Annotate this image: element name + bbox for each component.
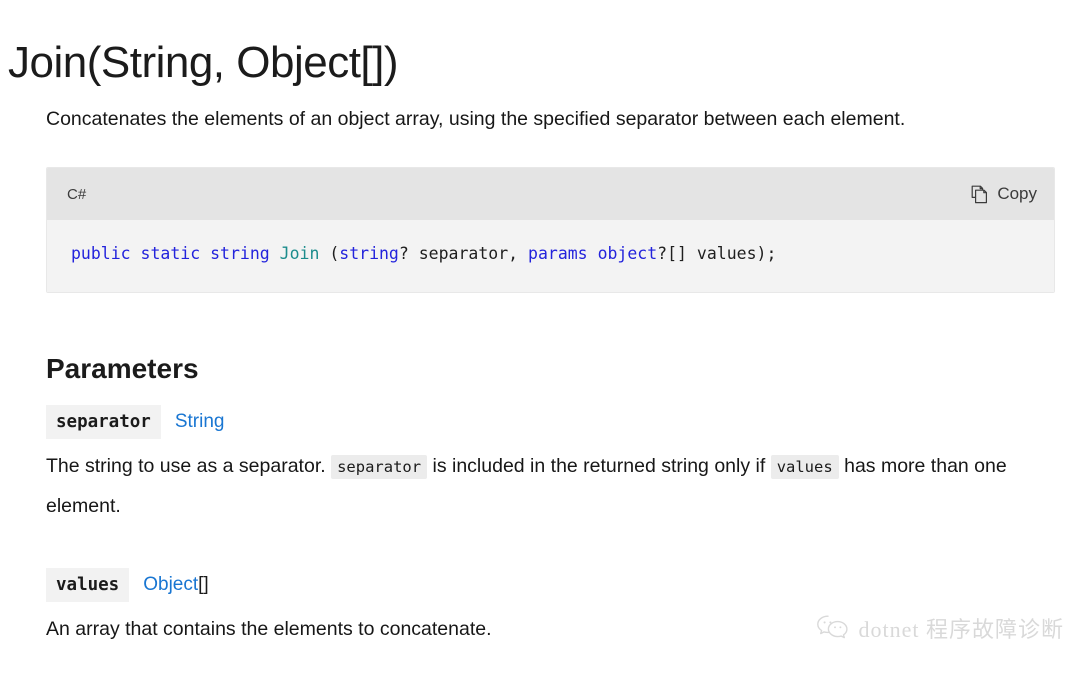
parameter-type-link[interactable]: Object	[143, 574, 198, 595]
content-column: Concatenates the elements of an object a…	[46, 100, 1056, 649]
code-token: ?[] values);	[657, 244, 777, 263]
copy-icon	[971, 185, 988, 204]
code-sample-block: C# Copy public static string Join (strin…	[46, 167, 1055, 293]
parameter-description: The string to use as a separator. separa…	[46, 455, 1007, 517]
inline-code: separator	[331, 455, 428, 479]
parameter-description: An array that contains the elements to c…	[46, 618, 492, 640]
inline-code: values	[770, 455, 839, 479]
code-token: object	[597, 244, 658, 263]
parameter-type-suffix: []	[198, 574, 209, 595]
parameter-entry-separator: separator String	[46, 405, 1056, 439]
parameter-entry-values: values Object[]	[46, 568, 1056, 602]
code-token: string	[210, 244, 270, 263]
code-token: public	[71, 244, 131, 263]
code-token: static	[140, 244, 201, 263]
summary-paragraph: Concatenates the elements of an object a…	[46, 108, 906, 130]
parameter-type-link[interactable]: String	[175, 411, 225, 433]
code-signature-line: public static string Join (string? separ…	[71, 242, 1030, 266]
code-sample-body[interactable]: public static string Join (string? separ…	[47, 220, 1054, 292]
parameters-heading: Parameters	[46, 353, 199, 384]
documentation-page: Join(String, Object[]) Concatenates the …	[0, 0, 1080, 678]
code-token: params	[528, 244, 588, 263]
code-token: Join	[279, 244, 320, 263]
parameter-name-badge: values	[46, 568, 130, 602]
code-language-label: C#	[67, 185, 87, 203]
code-token: (	[319, 244, 340, 263]
page-title: Join(String, Object[])	[8, 38, 399, 88]
code-token: string	[339, 244, 399, 263]
copy-button[interactable]: Copy	[971, 184, 1037, 204]
parameter-name-badge: separator	[46, 405, 161, 439]
copy-button-label: Copy	[997, 184, 1037, 203]
code-sample-header: C# Copy	[47, 168, 1054, 220]
code-token: ? separator,	[398, 244, 529, 263]
